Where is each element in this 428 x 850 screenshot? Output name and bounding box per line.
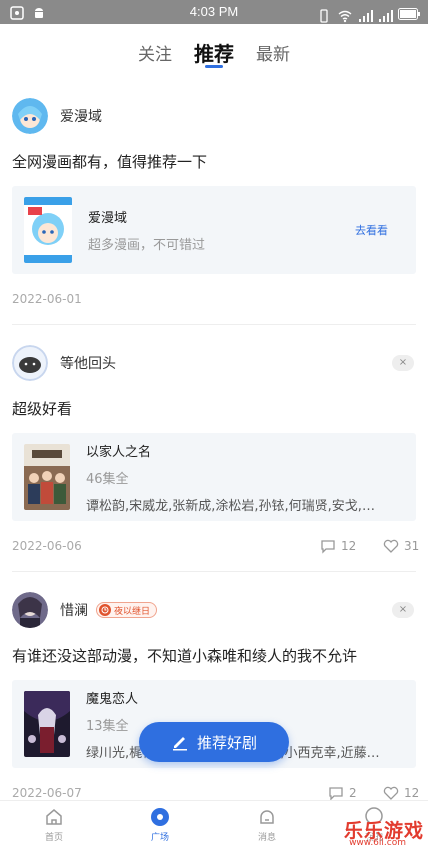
- like-count: 31: [404, 539, 420, 553]
- card-subtitle: 超多漫画，不可错过: [88, 238, 206, 253]
- user-badge: 夜以继日: [96, 602, 158, 618]
- signal-icon-2: [378, 8, 393, 22]
- heart-icon: [383, 539, 399, 553]
- close-button[interactable]: ×: [392, 355, 414, 371]
- nav-label: 消息: [257, 833, 276, 843]
- comment-button[interactable]: 2: [328, 786, 357, 801]
- post-text: 有谁还没这部动漫，不知道小森唯和绫人的我不允许: [12, 647, 358, 665]
- post-header: 爱漫域: [12, 96, 416, 136]
- comment-icon: [321, 539, 335, 554]
- nav-home[interactable]: 首页: [24, 807, 84, 843]
- go-see-link[interactable]: 去看看: [355, 222, 388, 238]
- post: 爱漫域 全网漫画都有，值得推荐一下 爱漫域 超多漫画，不可错过 去看看 2022…: [0, 80, 428, 324]
- post-date: 2022-06-01: [12, 292, 82, 306]
- badge-label: 夜以继日: [114, 606, 151, 617]
- close-button[interactable]: ×: [392, 602, 414, 618]
- post: 等他回头 × 超级好看 以家人之名 46集全 谭松韵,宋威龙,张新成,涂松岩,孙…: [0, 325, 428, 571]
- username[interactable]: 爱漫域: [60, 106, 102, 126]
- app-cover: [24, 197, 72, 263]
- comment-button[interactable]: 12: [320, 539, 356, 554]
- card-info: 以家人之名 46集全 谭松韵,宋威龙,张新成,涂松岩,孙铱,何瑞贤,安戈,苑..…: [86, 441, 386, 514]
- status-bar: 4:03 PM: [0, 0, 428, 24]
- avatar[interactable]: [12, 592, 48, 628]
- username[interactable]: 等他回头: [60, 353, 116, 373]
- feed: 爱漫域 全网漫画都有，值得推荐一下 爱漫域 超多漫画，不可错过 去看看 2022…: [0, 80, 428, 818]
- tab-recommend[interactable]: 推荐: [194, 38, 234, 67]
- battery-icon: [398, 5, 420, 24]
- username[interactable]: 惜澜: [60, 600, 88, 620]
- clock-icon: [99, 604, 111, 616]
- post-footer: 2022-06-01: [12, 274, 416, 324]
- drama-cover: [24, 691, 70, 757]
- avatar[interactable]: [12, 98, 48, 134]
- post-header: 等他回头 ×: [12, 343, 416, 383]
- pen-icon: [172, 737, 187, 751]
- signal-icon: [358, 8, 373, 22]
- recommend-drama-button[interactable]: 推荐好剧: [139, 722, 289, 762]
- post: 惜澜 夜以继日 × 有谁还没这部动漫，不知道小森唯和绫人的我不允许 魔鬼恋人 1…: [0, 572, 428, 818]
- drama-cover: [24, 444, 70, 510]
- card-info: 爱漫域 超多漫画，不可错过: [88, 207, 388, 253]
- message-icon: [260, 810, 274, 824]
- heart-icon: [383, 786, 399, 800]
- nav-square[interactable]: 广场: [130, 807, 190, 843]
- post-date: 2022-06-07: [12, 786, 82, 800]
- post-header: 惜澜 夜以继日 ×: [12, 590, 416, 630]
- nav-label: 广场: [150, 833, 169, 843]
- card-episodes: 46集全: [86, 471, 129, 487]
- comment-count: 2: [349, 786, 357, 800]
- like-button[interactable]: 12: [383, 786, 419, 800]
- tab-follow[interactable]: 关注: [138, 40, 172, 65]
- drama-card[interactable]: 以家人之名 46集全 谭松韵,宋威龙,张新成,涂松岩,孙铱,何瑞贤,安戈,苑..…: [12, 433, 416, 521]
- active-tab-indicator: [205, 65, 223, 68]
- post-text: 超级好看: [12, 400, 73, 418]
- comment-icon: [329, 786, 343, 801]
- card-title: 以家人之名: [86, 444, 152, 460]
- comment-count: 12: [341, 539, 357, 553]
- post-date: 2022-06-06: [12, 539, 82, 553]
- linked-app-card[interactable]: 爱漫域 超多漫画，不可错过 去看看: [12, 186, 416, 274]
- nav-label: 首页: [44, 833, 63, 843]
- fab-label: 推荐好剧: [196, 733, 257, 752]
- nav-messages[interactable]: 消息: [237, 807, 297, 843]
- like-button[interactable]: 31: [383, 539, 419, 553]
- card-title: 魔鬼恋人: [86, 691, 139, 707]
- avatar[interactable]: [12, 345, 48, 381]
- card-title: 爱漫域: [88, 211, 128, 226]
- card-cast: 谭松韵,宋威龙,张新成,涂松岩,孙铱,何瑞贤,安戈,苑...: [86, 498, 386, 514]
- wifi-icon: [338, 8, 352, 22]
- home-icon: [46, 809, 62, 825]
- watermark-url: www.6ll.com: [349, 838, 406, 848]
- tab-latest[interactable]: 最新: [256, 40, 290, 65]
- like-count: 12: [404, 786, 420, 800]
- square-icon: [151, 808, 169, 826]
- vibrate-icon: [318, 8, 332, 23]
- post-text: 全网漫画都有，值得推荐一下: [12, 153, 208, 171]
- post-footer: 2022-06-06 12 31: [12, 521, 419, 571]
